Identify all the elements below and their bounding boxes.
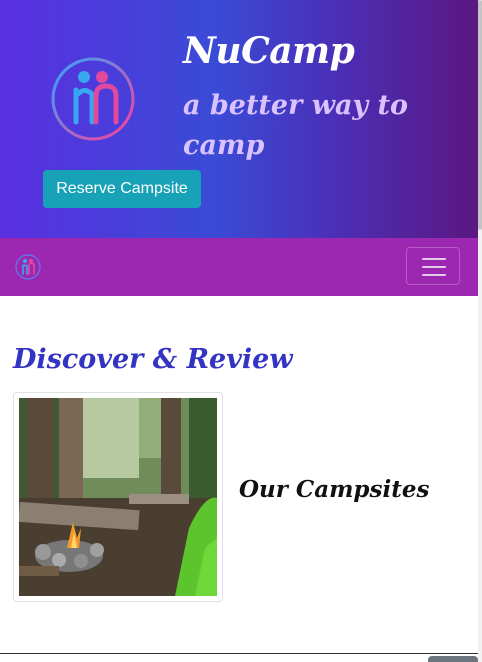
page: NuCamp a better way to camp Reserve Camp… [0, 0, 478, 662]
footer-tab [428, 656, 478, 662]
campsite-thumbnail[interactable] [13, 392, 223, 602]
brand-title: NuCamp [183, 30, 355, 72]
footer-divider [0, 653, 478, 654]
section-title: Discover & Review [13, 344, 293, 375]
scrollbar[interactable] [478, 0, 482, 662]
card-title: Our Campsites [239, 476, 430, 503]
navbar-toggle-button[interactable] [406, 247, 460, 285]
campsite-image [19, 398, 217, 596]
nucamp-logo-icon [51, 57, 135, 141]
reserve-campsite-button[interactable]: Reserve Campsite [43, 170, 201, 208]
scrollbar-thumb[interactable] [478, 0, 482, 230]
hamburger-menu-icon [422, 258, 446, 260]
header-jumbotron: NuCamp a better way to camp Reserve Camp… [0, 0, 478, 238]
brand-tagline: a better way to camp [183, 90, 409, 161]
nucamp-logo-icon[interactable] [15, 254, 41, 280]
